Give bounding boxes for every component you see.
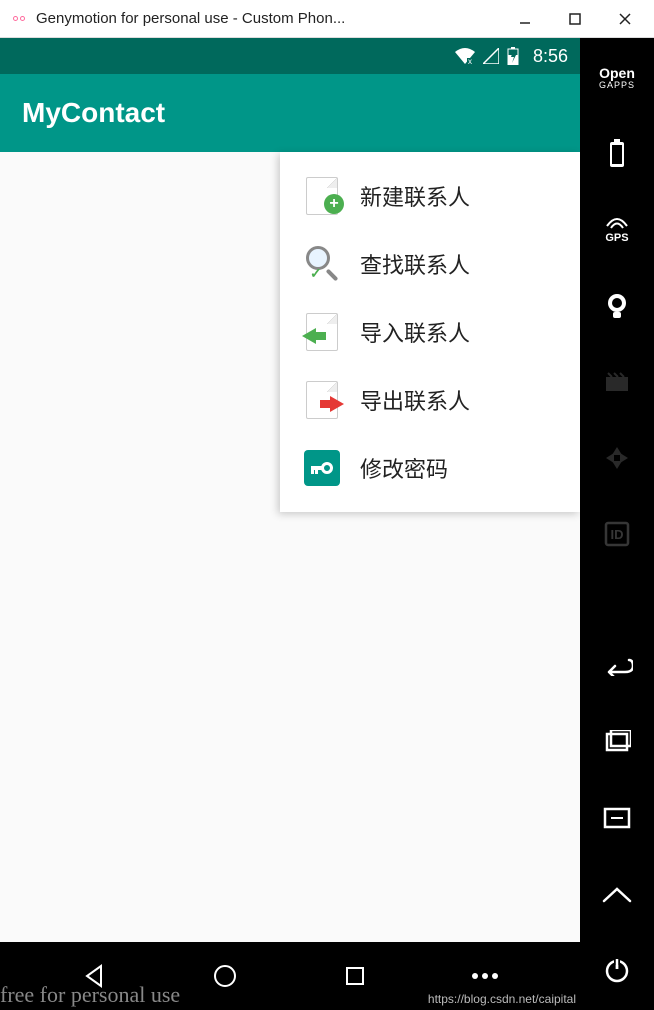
home-button[interactable] (205, 956, 245, 996)
import-contact-icon (302, 312, 342, 352)
export-contact-icon (302, 380, 342, 420)
menu-label: 导入联系人 (360, 316, 470, 348)
nav-more-button[interactable] (465, 956, 505, 996)
genymotion-sidebar: Open GAPPS GPS ID (580, 38, 654, 1010)
battery-icon (507, 47, 519, 65)
maximize-button[interactable] (564, 8, 586, 30)
change-password-icon (302, 448, 342, 488)
search-contact-icon: ✓ (302, 244, 342, 284)
svg-text:x: x (468, 57, 472, 64)
app-title: MyContact (22, 97, 165, 129)
recent-apps-button[interactable] (335, 956, 375, 996)
open-gapps-sublabel: GAPPS (599, 80, 635, 90)
identifier-widget-button[interactable]: ID (597, 514, 637, 554)
watermark-left: free for personal use (0, 982, 180, 1008)
menu-label: 查找联系人 (360, 248, 470, 280)
minimize-button[interactable] (514, 8, 536, 30)
window-title: Genymotion for personal use - Custom Pho… (36, 10, 514, 27)
close-button[interactable] (614, 8, 636, 30)
gps-widget-button[interactable]: GPS (597, 210, 637, 250)
home-sidebar-button[interactable] (597, 874, 637, 914)
menu-item-export-contact[interactable]: 导出联系人 (280, 366, 580, 434)
android-status-bar: x 8:56 (0, 38, 580, 74)
app-content: + 新建联系人 ✓ 查找联系人 (0, 152, 580, 942)
recent-sidebar-button[interactable] (597, 722, 637, 762)
menu-label: 修改密码 (360, 452, 448, 484)
remote-control-widget-button[interactable] (597, 438, 637, 478)
watermark-right: https://blog.csdn.net/caipital (428, 992, 576, 1006)
menu-item-search-contact[interactable]: ✓ 查找联系人 (280, 230, 580, 298)
gps-label: GPS (605, 232, 628, 244)
app-action-bar: MyContact (0, 74, 580, 152)
status-time: 8:56 (533, 46, 568, 67)
open-gapps-button[interactable]: Open GAPPS (597, 58, 637, 98)
menu-sidebar-button[interactable] (597, 798, 637, 838)
phone-screen: x 8:56 MyContact + 新建联 (0, 38, 580, 1010)
camera-widget-button[interactable] (597, 286, 637, 326)
id-label: ID (611, 527, 624, 542)
genymotion-logo-icon (10, 10, 28, 28)
screencast-widget-button[interactable] (597, 362, 637, 402)
wifi-icon: x (455, 48, 475, 64)
options-menu: + 新建联系人 ✓ 查找联系人 (280, 152, 580, 512)
open-gapps-label: Open (599, 66, 635, 80)
add-contact-icon: + (302, 176, 342, 216)
back-sidebar-button[interactable] (597, 646, 637, 686)
menu-item-change-password[interactable]: 修改密码 (280, 434, 580, 502)
menu-label: 导出联系人 (360, 384, 470, 416)
menu-label: 新建联系人 (360, 180, 470, 212)
menu-item-import-contact[interactable]: 导入联系人 (280, 298, 580, 366)
menu-item-new-contact[interactable]: + 新建联系人 (280, 162, 580, 230)
signal-icon (483, 48, 499, 64)
window-titlebar: Genymotion for personal use - Custom Pho… (0, 0, 654, 38)
battery-widget-button[interactable] (597, 134, 637, 174)
power-sidebar-button[interactable] (597, 950, 637, 990)
